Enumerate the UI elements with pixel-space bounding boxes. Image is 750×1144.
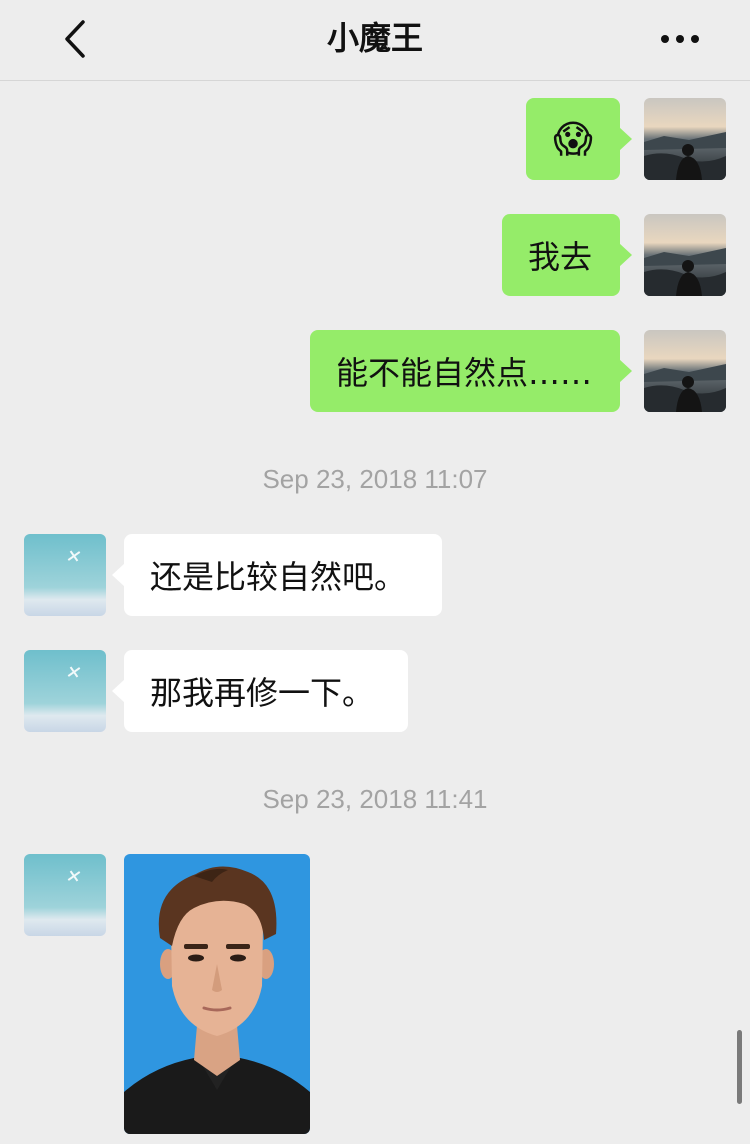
more-options-button[interactable] [650,14,710,64]
message-text: 我去 [528,238,593,276]
message-bubble-outgoing[interactable]: 能不能自然点…… [310,330,632,412]
portrait-photo-message[interactable] [124,854,310,1134]
my-avatar[interactable] [644,330,726,412]
contact-avatar[interactable] [24,854,106,936]
contact-avatar[interactable] [24,650,106,732]
screaming-face-emoji: 😱 [553,117,593,161]
message-bubble-outgoing[interactable]: 我去 [502,214,632,296]
message-bubble-incoming[interactable]: 那我再修一下。 [112,650,408,732]
message-text: 还是比较自然吧。 [150,558,407,596]
contact-avatar[interactable] [24,534,106,616]
portrait-photo [124,854,310,1134]
more-horizontal-icon [661,35,699,43]
chat-title: 小魔王 [326,19,423,57]
chat-header: 小魔王 [0,0,750,81]
message-bubble-incoming[interactable]: 还是比较自然吧。 [112,534,442,616]
my-avatar[interactable] [644,98,726,180]
message-text: 那我再修一下。 [150,674,375,712]
my-avatar[interactable] [644,214,726,296]
message-bubble-outgoing[interactable]: 😱 [526,98,632,180]
message-text: 能不能自然点…… [336,354,593,392]
message-timestamp: Sep 23, 2018 11:07 [262,464,488,494]
message-timestamp: Sep 23, 2018 11:41 [262,784,488,814]
scrollbar-thumb[interactable] [737,1030,742,1104]
